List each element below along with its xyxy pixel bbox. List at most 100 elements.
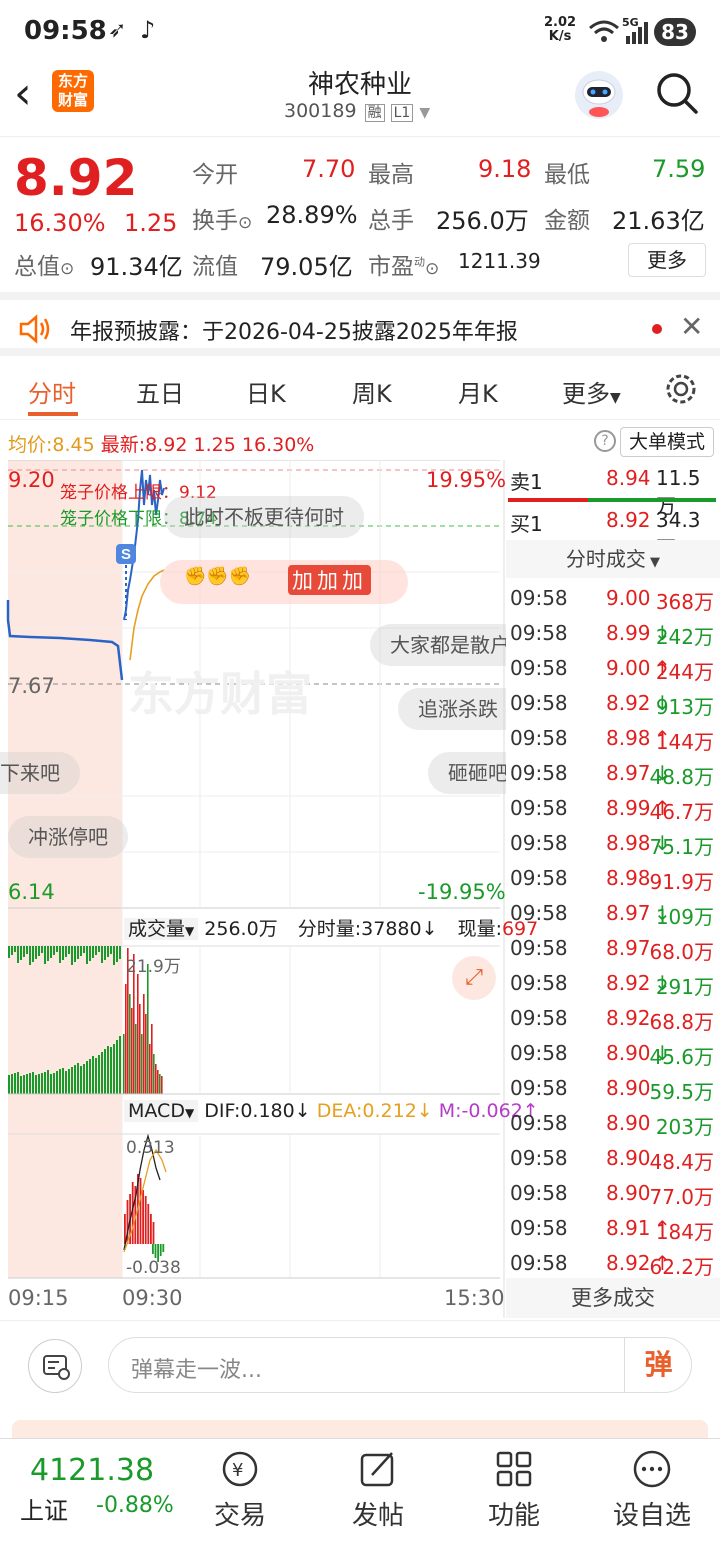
tick-row: 09:58 8.98 ↑ 144万	[510, 726, 720, 761]
tick-row: 09:58 8.92 ↓ 291万	[510, 971, 720, 1006]
tick-time: 09:58	[510, 621, 568, 645]
tab-weekly-k[interactable]: 周K	[352, 374, 392, 409]
mcap-label[interactable]: 总值⊙	[14, 247, 74, 281]
tick-row: 09:58 8.98 91.9万	[510, 866, 720, 901]
time-start: 09:15	[8, 1286, 69, 1310]
tick-volume: 48.8万	[649, 765, 714, 789]
status-bar: 09:58 ➶ ♪ 2.02 K/s 5G 83	[0, 0, 720, 64]
battery-indicator: 83	[654, 18, 696, 46]
tick-row: 09:58 8.90 203万	[510, 1111, 720, 1146]
amount-value: 21.63亿	[612, 207, 705, 235]
robot-assistant-icon[interactable]	[572, 68, 626, 122]
tick-price: 8.97	[606, 936, 651, 960]
tick-row: 09:58 8.90 59.5万	[510, 1076, 720, 1111]
tick-row: 09:58 8.99 ↓ 242万	[510, 621, 720, 656]
tab-add-watchlist[interactable]: 设自选	[592, 1439, 712, 1545]
tab-functions[interactable]: 功能	[454, 1439, 574, 1545]
settings-icon[interactable]	[664, 372, 698, 406]
tick-price: 8.92	[606, 1006, 651, 1030]
big-order-mode-button[interactable]: 大单模式	[620, 427, 714, 457]
tab-intraday[interactable]: 分时	[28, 374, 76, 409]
index-pct: -0.88%	[96, 1493, 174, 1518]
tick-time: 09:58	[510, 761, 568, 785]
tick-price: 8.97	[606, 761, 651, 785]
help-icon[interactable]: ?	[594, 430, 616, 452]
danmaku-input[interactable]: 弹幕走一波...	[108, 1337, 692, 1393]
stock-code: 300189	[284, 100, 357, 122]
tick-row: 09:58 8.90 ↓ 45.6万	[510, 1041, 720, 1076]
tick-row: 09:58 8.91 ↑ 184万	[510, 1216, 720, 1251]
more-dots-icon: ⊙	[60, 259, 75, 279]
axis-top-pct: 19.95%	[426, 468, 507, 492]
current-price: 8.92	[14, 149, 138, 207]
tick-time: 09:58	[510, 726, 568, 750]
search-icon[interactable]	[654, 70, 700, 116]
buy-ratio-bar	[588, 498, 716, 502]
quote-panel: 8.92 16.30% 1.25 今开 7.70 最高 9.18 最低 7.59…	[0, 136, 720, 290]
tick-row: 09:58 8.90 77.0万	[510, 1181, 720, 1216]
tick-time: 09:58	[510, 1216, 568, 1240]
mcap-value: 91.34亿	[90, 253, 183, 281]
turnover-label[interactable]: 换手⊙	[192, 201, 252, 235]
danmaku-settings-icon[interactable]	[28, 1339, 82, 1393]
amount-label: 金额	[544, 208, 590, 234]
tab-more[interactable]: 更多▼	[562, 374, 621, 409]
danmaku-input-bar: 弹幕走一波... 弹	[0, 1320, 720, 1420]
tick-volume: 184万	[655, 1220, 714, 1244]
tick-volume: 46.7万	[649, 800, 714, 824]
tab-post[interactable]: 发帖	[318, 1439, 438, 1545]
tick-volume: 368万	[655, 590, 714, 614]
high-value: 9.18	[478, 155, 532, 183]
avg-price: 8.45	[52, 434, 95, 456]
tick-row: 09:58 8.98 ↓ 75.1万	[510, 831, 720, 866]
tick-row: 09:58 9.00 368万	[510, 586, 720, 621]
stock-code-row[interactable]: 300189 融 L1 ▼	[284, 100, 430, 122]
tick-time: 09:58	[510, 1251, 568, 1275]
tick-volume: 203万	[655, 1115, 714, 1139]
high-label: 最高	[368, 162, 414, 188]
tick-price: 9.00	[606, 656, 651, 680]
tick-price: 8.92	[606, 971, 651, 995]
tick-volume: 45.6万	[649, 1045, 714, 1069]
tick-row: 09:58 8.97 ↓ 109万	[510, 901, 720, 936]
more-dots-icon: ⊙	[238, 213, 253, 233]
tiktok-icon: ♪	[140, 16, 156, 44]
tick-time: 09:58	[510, 691, 568, 715]
promo-banner-edge	[12, 1420, 708, 1440]
pe-label[interactable]: 市盈动⊙	[368, 247, 439, 281]
latest-price: 8.92	[145, 434, 188, 456]
more-ticks-button[interactable]: 更多成交	[506, 1278, 720, 1318]
tab-trade[interactable]: ¥ 交易	[180, 1439, 300, 1545]
tick-price: 8.90	[606, 1111, 651, 1135]
net-speed: 2.02 K/s	[544, 15, 577, 44]
chevron-down-icon: ▼	[419, 105, 431, 121]
close-icon[interactable]: ✕	[680, 310, 703, 343]
tick-time: 09:58	[510, 971, 568, 995]
chart-tabs: 分时 五日 日K 周K 月K 更多▼	[0, 358, 720, 420]
notice-bar[interactable]: 年报预披露：于2026-04-25披露2025年年报 ✕	[0, 292, 720, 356]
nav-bar: ‹ 东方 财富 神农种业 300189 融 L1 ▼	[0, 64, 720, 136]
tick-row: 09:58 8.90 48.4万	[510, 1146, 720, 1181]
index-value[interactable]: 4121.38	[30, 1453, 154, 1488]
tab-daily-k[interactable]: 日K	[246, 374, 286, 409]
ticks-list: 09:58 9.00 368万 09:58 8.99 ↓ 242万 09:58 9.00 ↑ 244…	[0, 578, 720, 1279]
time-open: 09:30	[122, 1286, 183, 1310]
danmaku-send-button[interactable]: 弹	[624, 1337, 692, 1393]
triangle-down-icon: ▼	[610, 390, 621, 406]
tick-time: 09:58	[510, 1076, 568, 1100]
tab-five-day[interactable]: 五日	[136, 374, 184, 409]
ticks-title[interactable]: 分时成交 ▼	[506, 540, 720, 578]
more-button[interactable]: 更多	[628, 243, 706, 277]
tick-price: 8.90	[606, 1041, 651, 1065]
tab-monthly-k[interactable]: 月K	[458, 374, 498, 409]
chart-info-line: 均价:8.45 最新:8.92 1.25 16.30%	[8, 434, 315, 456]
tick-price: 8.90	[606, 1076, 651, 1100]
low-value: 7.59	[652, 155, 706, 183]
send-icon: ➶	[108, 18, 127, 43]
time-end: 15:30	[444, 1286, 505, 1310]
tick-volume: 62.2万	[649, 1255, 714, 1279]
tick-price: 8.98	[606, 726, 651, 750]
tick-price: 8.92	[606, 691, 651, 715]
float-value: 79.05亿	[260, 253, 353, 281]
more-circle-icon	[633, 1450, 671, 1488]
